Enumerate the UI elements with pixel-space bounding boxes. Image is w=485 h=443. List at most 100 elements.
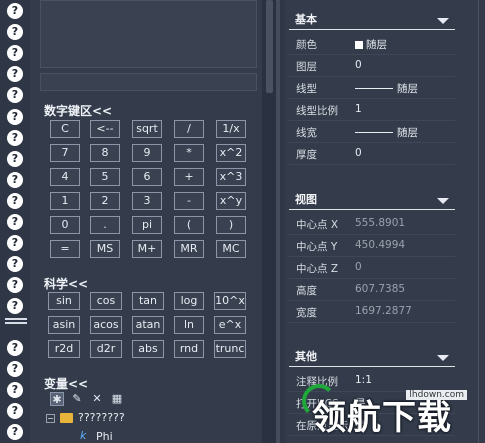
edit-variable-icon[interactable]: ✎ bbox=[70, 392, 84, 406]
calculator-scrollbar[interactable] bbox=[262, 0, 276, 443]
help-icon[interactable]: ? bbox=[7, 130, 23, 146]
keypad-key[interactable]: 2 bbox=[90, 192, 120, 210]
keypad-key[interactable]: 3 bbox=[132, 192, 162, 210]
property-row[interactable]: 中心点 X 555.8901 bbox=[289, 213, 455, 235]
keypad-key[interactable]: C bbox=[50, 120, 80, 138]
keypad-key[interactable]: 1 bbox=[50, 192, 80, 210]
property-value[interactable]: 1697.2877 bbox=[355, 305, 412, 317]
calculator-icon[interactable]: ▦ bbox=[110, 392, 124, 406]
keypad-key[interactable]: x^y bbox=[216, 192, 246, 210]
tree-root-label[interactable]: ???????? bbox=[78, 411, 125, 424]
keypad-key[interactable]: pi bbox=[132, 216, 162, 234]
help-icon[interactable]: ? bbox=[7, 298, 23, 314]
keypad-key[interactable]: M+ bbox=[132, 240, 162, 258]
property-row[interactable]: 中心点 Z 0 bbox=[289, 257, 455, 279]
help-icon[interactable]: ? bbox=[7, 256, 23, 272]
keypad-key[interactable]: * bbox=[174, 144, 204, 162]
keypad-key[interactable]: MR bbox=[174, 240, 204, 258]
property-group-header[interactable]: 视图 bbox=[289, 190, 455, 210]
scientific-key[interactable]: r2d bbox=[48, 340, 80, 358]
help-icon[interactable]: ? bbox=[7, 235, 23, 251]
scientific-key[interactable]: acos bbox=[90, 316, 122, 334]
keypad-key[interactable]: x^3 bbox=[216, 168, 246, 186]
scientific-key[interactable]: log bbox=[174, 292, 204, 310]
property-row[interactable]: 颜色 随层 bbox=[289, 33, 455, 55]
help-icon[interactable]: ? bbox=[7, 424, 23, 440]
property-value[interactable]: 607.7385 bbox=[355, 283, 405, 295]
help-icon[interactable]: ? bbox=[7, 151, 23, 167]
property-value[interactable]: 0 bbox=[355, 147, 362, 159]
keypad-key[interactable]: MS bbox=[90, 240, 120, 258]
help-icon[interactable]: ? bbox=[7, 277, 23, 293]
help-icon[interactable]: ? bbox=[7, 214, 23, 230]
help-icon[interactable]: ? bbox=[7, 172, 23, 188]
panel-divider[interactable] bbox=[276, 0, 280, 443]
keypad-key[interactable]: + bbox=[174, 168, 204, 186]
scientific-key[interactable]: abs bbox=[132, 340, 164, 358]
variables-section-title[interactable]: 变量<< bbox=[44, 375, 88, 392]
help-icon[interactable]: ? bbox=[7, 361, 23, 377]
property-row[interactable]: 高度 607.7385 bbox=[289, 279, 455, 301]
help-icon[interactable]: ? bbox=[7, 3, 23, 19]
scientific-key[interactable]: 10^x bbox=[214, 292, 246, 310]
scrollbar-thumb[interactable] bbox=[266, 0, 273, 93]
help-icon[interactable]: ? bbox=[7, 403, 23, 419]
keypad-key[interactable]: 6 bbox=[132, 168, 162, 186]
keypad-key[interactable]: ( bbox=[174, 216, 204, 234]
property-row[interactable]: 中心点 Y 450.4994 bbox=[289, 235, 455, 257]
property-row[interactable]: 线宽 随层 bbox=[289, 121, 455, 143]
collapse-arrow-icon[interactable] bbox=[437, 18, 449, 24]
property-value[interactable]: 0 bbox=[355, 261, 362, 273]
scientific-key[interactable]: d2r bbox=[90, 340, 122, 358]
help-icon[interactable]: ? bbox=[7, 340, 23, 356]
help-icon[interactable]: ? bbox=[7, 24, 23, 40]
help-icon[interactable]: ? bbox=[7, 66, 23, 82]
help-icon[interactable]: ? bbox=[7, 109, 23, 125]
keypad-key[interactable]: <-- bbox=[90, 120, 120, 138]
scientific-key[interactable]: sin bbox=[48, 292, 80, 310]
keypad-key[interactable]: 4 bbox=[50, 168, 80, 186]
property-row[interactable]: 宽度 1697.2877 bbox=[289, 301, 455, 323]
scientific-key[interactable]: ln bbox=[174, 316, 204, 334]
help-icon[interactable]: ? bbox=[7, 193, 23, 209]
keypad-key[interactable]: = bbox=[50, 240, 80, 258]
keypad-key[interactable]: 5 bbox=[90, 168, 120, 186]
scientific-key[interactable]: atan bbox=[132, 316, 164, 334]
collapse-arrow-icon[interactable] bbox=[437, 355, 449, 361]
keypad-key[interactable]: x^2 bbox=[216, 144, 246, 162]
scientific-key[interactable]: asin bbox=[48, 316, 80, 334]
keypad-key[interactable]: - bbox=[174, 192, 204, 210]
keypad-key[interactable]: . bbox=[90, 216, 120, 234]
scientific-key[interactable]: cos bbox=[90, 292, 122, 310]
keypad-key[interactable]: 9 bbox=[132, 144, 162, 162]
keypad-key[interactable]: MC bbox=[216, 240, 246, 258]
property-value[interactable]: 随层 bbox=[355, 37, 387, 52]
property-value[interactable]: 随层 bbox=[355, 125, 418, 140]
property-value[interactable]: 555.8901 bbox=[355, 217, 405, 229]
help-icon[interactable]: ? bbox=[7, 382, 23, 398]
scientific-key[interactable]: tan bbox=[132, 292, 164, 310]
tree-child-label[interactable]: Phi bbox=[96, 430, 113, 443]
keypad-key[interactable]: 0 bbox=[50, 216, 80, 234]
keypad-key[interactable]: / bbox=[174, 120, 204, 138]
scientific-key[interactable]: rnd bbox=[174, 340, 204, 358]
keypad-key[interactable]: 1/x bbox=[216, 120, 246, 138]
tree-collapse-icon[interactable]: − bbox=[46, 414, 55, 423]
property-row[interactable]: 厚度 0 bbox=[289, 143, 455, 165]
keypad-section-title[interactable]: 数字键区<< bbox=[44, 102, 112, 119]
property-value[interactable]: 0 bbox=[355, 59, 362, 71]
help-icon[interactable]: ? bbox=[7, 87, 23, 103]
property-value[interactable]: 450.4994 bbox=[355, 239, 405, 251]
property-row[interactable]: 线型 随层 bbox=[289, 77, 455, 99]
keypad-key[interactable]: 7 bbox=[50, 144, 80, 162]
property-row[interactable]: 图层 0 bbox=[289, 55, 455, 77]
property-value[interactable]: 1 bbox=[355, 103, 362, 115]
keypad-key[interactable]: ) bbox=[216, 216, 246, 234]
input-box[interactable] bbox=[40, 73, 257, 91]
property-group-header[interactable]: 其他 bbox=[289, 347, 455, 367]
keypad-key[interactable]: sqrt bbox=[132, 120, 162, 138]
scientific-key[interactable]: e^x bbox=[214, 316, 246, 334]
property-value[interactable]: 随层 bbox=[355, 81, 418, 96]
keypad-key[interactable]: 8 bbox=[90, 144, 120, 162]
new-variable-icon[interactable]: ✱ bbox=[50, 392, 64, 406]
